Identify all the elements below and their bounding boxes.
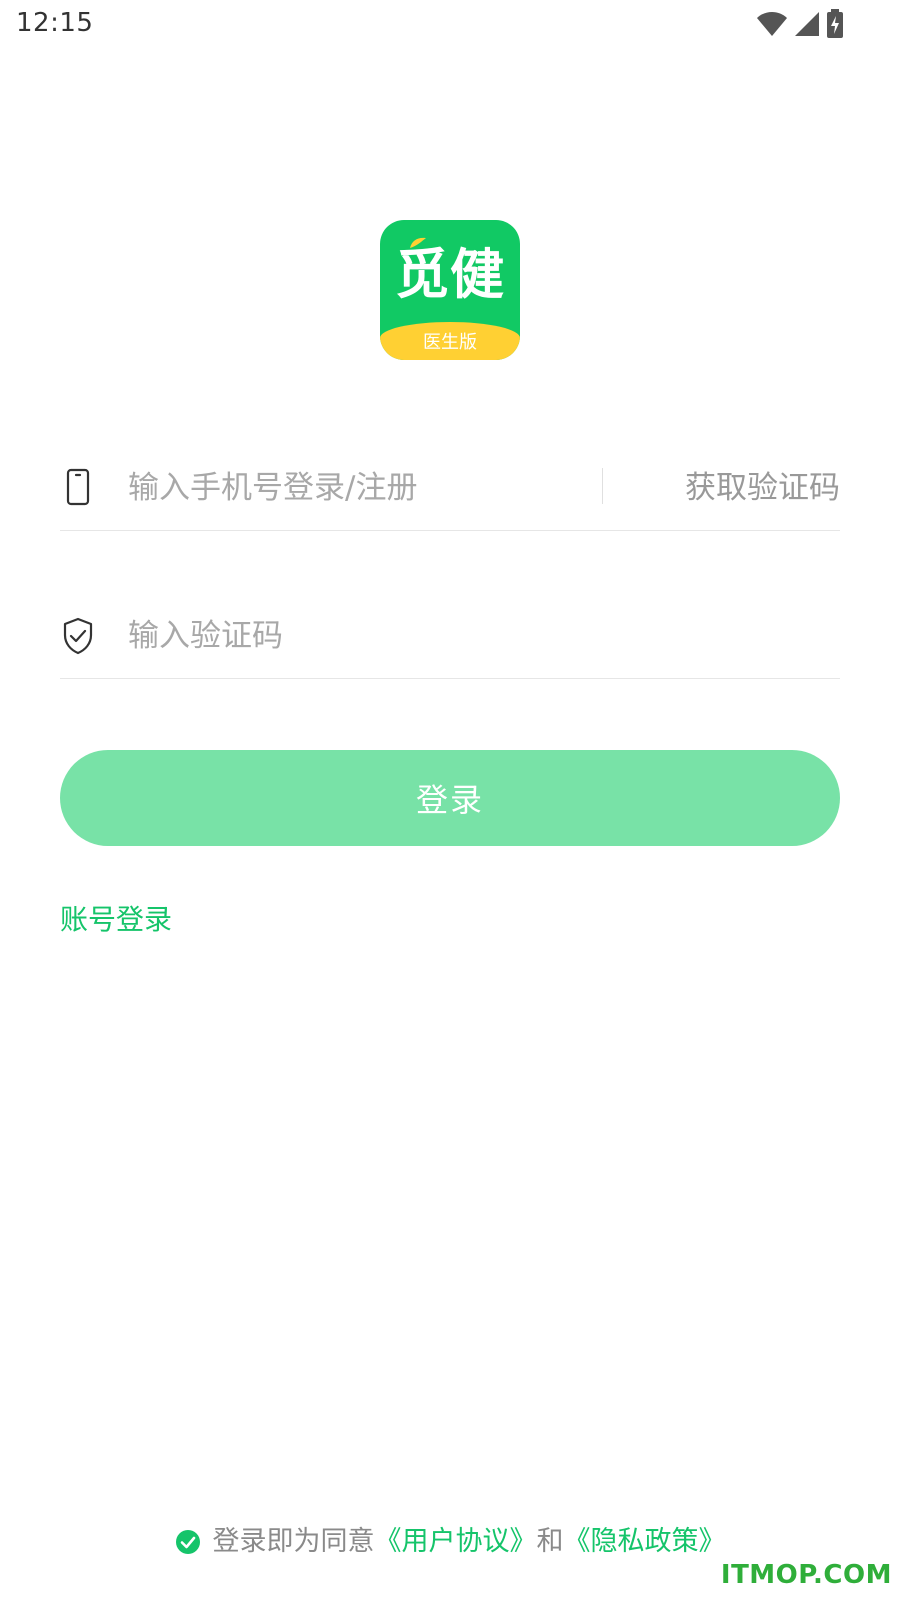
agreement-prefix: 登录即为同意: [212, 1526, 375, 1557]
phone-icon: [66, 468, 90, 506]
wifi-icon: [757, 12, 787, 36]
agreement: 登录即为同意 《用户协议》 和 《隐私政策》: [0, 1522, 900, 1562]
status-time: 12:15: [16, 8, 94, 38]
cellular-signal-icon: [795, 12, 819, 36]
agreement-checkbox-icon[interactable]: [175, 1529, 201, 1555]
verification-code-input[interactable]: [128, 612, 808, 660]
privacy-policy-link[interactable]: 《隐私政策》: [564, 1522, 726, 1562]
phone-row: 获取验证码: [60, 450, 840, 531]
account-login-link[interactable]: 账号登录: [60, 900, 172, 940]
status-bar: 12:15: [0, 0, 900, 50]
phone-input[interactable]: [128, 464, 578, 512]
logo-title: 觅健: [395, 243, 505, 306]
row-divider: [602, 468, 603, 504]
status-icons: [756, 8, 844, 40]
user-agreement-link[interactable]: 《用户协议》: [375, 1522, 537, 1562]
logo-subtitle: 医生版: [423, 332, 477, 353]
watermark: ITMOP.COM: [720, 1560, 892, 1590]
shield-check-icon: [63, 617, 93, 655]
code-row: [60, 598, 840, 679]
get-code-button[interactable]: 获取验证码: [685, 468, 840, 508]
login-button[interactable]: 登录: [60, 750, 840, 846]
battery-charging-icon: [827, 9, 843, 38]
app-logo: 觅健 医生版: [380, 220, 520, 360]
agreement-conjunction: 和: [536, 1526, 564, 1557]
